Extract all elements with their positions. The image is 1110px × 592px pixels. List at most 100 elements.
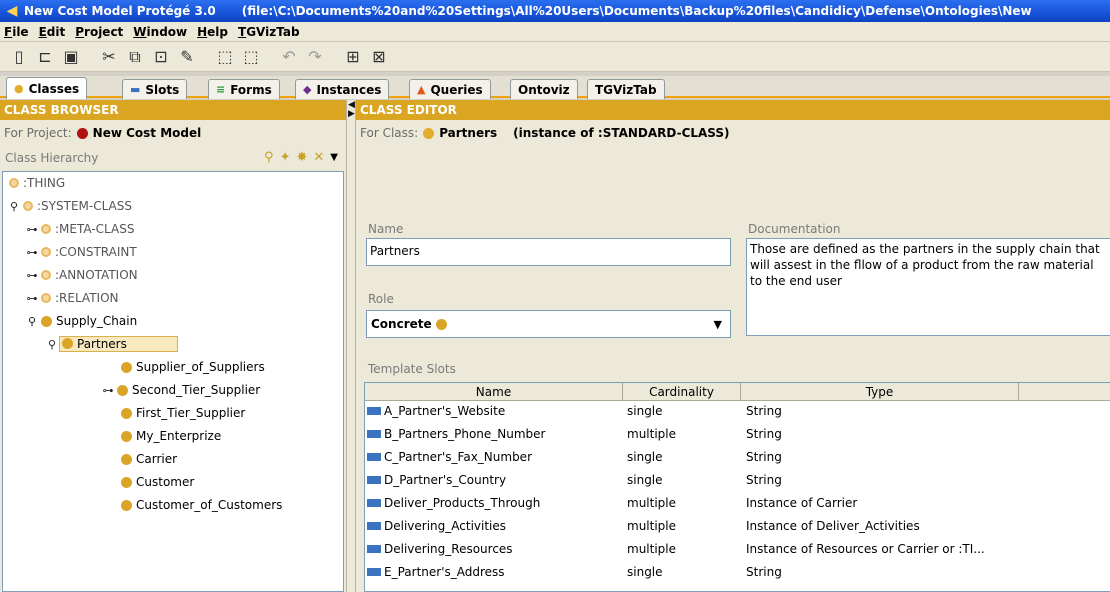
copy-icon[interactable]: ⧉ (124, 46, 146, 68)
collapsed-node-icon[interactable]: ⊶ (25, 223, 39, 236)
expanded-node-icon[interactable]: ⚲ (25, 315, 39, 328)
cut-icon[interactable]: ✂ (98, 46, 120, 68)
gold-dot-icon: ● (14, 82, 24, 95)
table-row[interactable]: E_Partner's_Address single String (365, 562, 1110, 585)
hierarchy-menu-icon[interactable]: ▼ (330, 152, 338, 163)
column-header-extra (1019, 383, 1110, 401)
tree-node[interactable]: Supplier_of_Suppliers (119, 357, 265, 377)
menu-window[interactable]: Window (133, 25, 187, 39)
class-icon (121, 407, 132, 419)
class-icon (121, 499, 132, 511)
slot-icon (367, 568, 381, 576)
project-icon (76, 127, 88, 139)
role-select[interactable]: Concrete ▼ (366, 310, 731, 338)
menu-file[interactable]: File (4, 25, 29, 39)
tree-node[interactable]: ⊶ :ANNOTATION (25, 265, 138, 285)
open-project-icon[interactable]: ⊏ (34, 46, 56, 68)
tree-node[interactable]: ⊶ :CONSTRAINT (25, 242, 137, 262)
close-window-icon[interactable]: ⊠ (368, 46, 390, 68)
collapsed-node-icon[interactable]: ⊶ (101, 384, 115, 397)
chevron-down-icon[interactable]: ▼ (714, 318, 722, 331)
expanded-node-icon[interactable]: ⚲ (45, 338, 59, 351)
tree-node[interactable]: Customer (119, 472, 194, 492)
expanded-node-icon[interactable]: ⚲ (7, 200, 21, 213)
table-row[interactable]: D_Partner's_Country single String (365, 470, 1110, 493)
clear-icon[interactable]: ✎ (176, 46, 198, 68)
insert-class-icon[interactable]: ⬚ (214, 46, 236, 68)
collapse-right-icon[interactable]: ▶ (348, 109, 355, 119)
paste-icon[interactable]: ⊡ (150, 46, 172, 68)
save-project-icon[interactable]: ▣ (60, 46, 82, 68)
table-row[interactable]: Deliver_Products_Through multiple Instan… (365, 493, 1110, 516)
column-header-cardinality[interactable]: Cardinality (623, 383, 741, 401)
menu-edit[interactable]: Edit (39, 25, 66, 39)
documentation-label: Documentation (748, 222, 841, 236)
tab-ontoviz[interactable]: Ontoviz (510, 79, 578, 99)
column-header-name[interactable]: Name (365, 383, 623, 401)
tab-tgviztab[interactable]: TGVizTab (587, 79, 665, 99)
undo-icon[interactable]: ↶ (278, 46, 300, 68)
collapsed-node-icon[interactable]: ⊶ (25, 246, 39, 259)
create-class-icon[interactable]: ✦ (280, 150, 291, 165)
menu-help[interactable]: Help (197, 25, 228, 39)
menu-project[interactable]: Project (75, 25, 123, 39)
instance-of-label: (instance of :STANDARD-CLASS) (513, 126, 730, 140)
title-bar: ◀ New Cost Model Protégé 3.0 (file:\C:\D… (0, 0, 1110, 22)
class-icon (121, 453, 132, 465)
class-icon (121, 430, 132, 442)
redo-icon[interactable]: ↷ (304, 46, 326, 68)
panel-splitter[interactable]: ◀ ▶ (346, 100, 356, 592)
tab-instances[interactable]: ◆ Instances (295, 79, 390, 99)
tree-node[interactable]: Carrier (119, 449, 177, 469)
protege-app-icon: ◀ (6, 3, 18, 19)
template-slots-label: Template Slots (368, 362, 456, 376)
template-slots-table: Name Cardinality Type A_Partner's_Websit… (364, 382, 1110, 592)
for-class-bar: For Class: Partners (instance of :STANDA… (356, 120, 1110, 146)
menu-tgviztab[interactable]: TGVizTab (238, 25, 300, 39)
tab-queries[interactable]: ▲ Queries (409, 79, 491, 99)
class-tree: :THING ⚲ :SYSTEM-CLASS ⊶ :META-CLASS ⊶ :… (2, 171, 344, 592)
slot-bar-icon: ▬ (130, 83, 141, 96)
slot-icon (367, 522, 381, 530)
role-label: Role (368, 292, 394, 306)
diamond-icon: ◆ (303, 83, 312, 96)
column-header-type[interactable]: Type (741, 383, 1019, 401)
tree-node[interactable]: Customer_of_Customers (119, 495, 282, 515)
slot-icon (367, 407, 381, 415)
tree-node[interactable]: ⚲ Supply_Chain (25, 311, 137, 331)
tree-node[interactable]: My_Enterprize (119, 426, 221, 446)
tree-node-selected[interactable]: ⚲ Partners (45, 334, 178, 354)
tree-node[interactable]: :THING (7, 173, 65, 193)
system-class-icon (41, 293, 51, 303)
tree-node[interactable]: ⊶ :META-CLASS (25, 219, 135, 239)
tab-classes[interactable]: ● Classes (6, 77, 88, 99)
collapsed-node-icon[interactable]: ⊶ (25, 269, 39, 282)
tree-node[interactable]: ⊶ :RELATION (25, 288, 119, 308)
view-references-icon[interactable]: ⚲ (264, 150, 274, 165)
table-row[interactable]: B_Partners_Phone_Number multiple String (365, 424, 1110, 447)
insert-instance-icon[interactable]: ⬚ (240, 46, 262, 68)
tree-node[interactable]: ⊶ Second_Tier_Supplier (101, 380, 261, 400)
class-editor-panel: Name Documentation Partners Those are de… (356, 146, 1110, 592)
new-project-icon[interactable]: ▯ (8, 46, 30, 68)
tab-forms[interactable]: ≡ Forms (208, 79, 280, 99)
hierarchy-tools: ⚲ ✦ ✸ ✕ ▼ (258, 150, 338, 165)
documentation-textarea[interactable]: Those are defined as the partners in the… (746, 238, 1110, 336)
tab-slots[interactable]: ▬ Slots (122, 79, 188, 99)
class-name-field[interactable]: Partners (366, 238, 731, 266)
table-row[interactable]: Delivering_Resources multiple Instance o… (365, 539, 1110, 562)
table-row[interactable]: C_Partner's_Fax_Number single String (365, 447, 1110, 470)
concrete-class-icon (435, 318, 447, 330)
class-hierarchy-label: Class Hierarchy (5, 151, 99, 165)
tree-node[interactable]: ⚲ :SYSTEM-CLASS (7, 196, 132, 216)
table-row[interactable]: Delivering_Activities multiple Instance … (365, 516, 1110, 539)
class-icon (121, 361, 132, 373)
configure-icon[interactable]: ⊞ (342, 46, 364, 68)
tree-node[interactable]: First_Tier_Supplier (119, 403, 245, 423)
editor-class-name: Partners (439, 126, 498, 140)
table-row[interactable]: A_Partner's_Website single String (365, 401, 1110, 424)
create-subclass-icon[interactable]: ✸ (296, 150, 307, 165)
menu-bar: File Edit Project Window Help TGVizTab (0, 22, 1110, 42)
collapsed-node-icon[interactable]: ⊶ (25, 292, 39, 305)
delete-class-icon[interactable]: ✕ (313, 150, 324, 165)
